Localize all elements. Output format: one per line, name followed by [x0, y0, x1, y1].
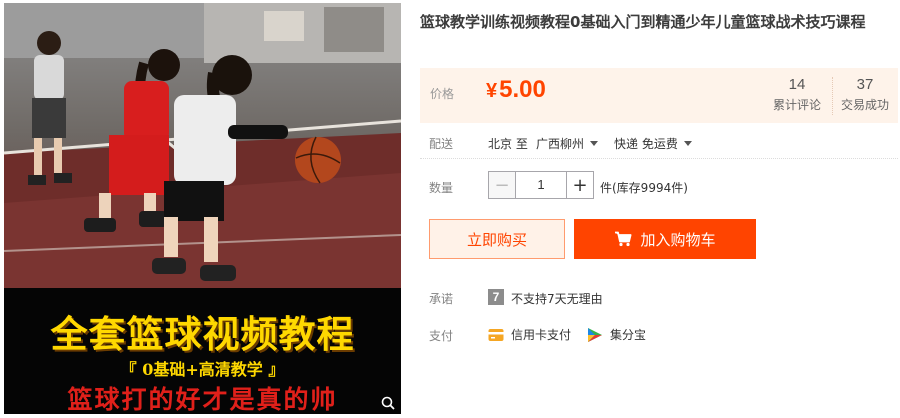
promise-label: 承诺	[429, 292, 454, 306]
deals-stat: 37 交易成功	[832, 75, 898, 115]
price-amount: 5.00	[499, 76, 546, 103]
product-banner: 全套篮球视频教程 『 0基础+高清教学 』 篮球打的好才是真的帅	[4, 288, 401, 414]
price-value: ¥5.00	[486, 76, 546, 104]
credit-card-icon	[488, 328, 504, 341]
zoom-icon[interactable]	[381, 396, 395, 410]
currency-symbol: ¥	[486, 80, 498, 102]
add-to-cart-label: 加入购物车	[640, 230, 716, 249]
ship-from: 北京 至	[488, 137, 528, 151]
deals-count: 37	[856, 76, 874, 93]
deals-label: 交易成功	[840, 98, 889, 112]
payment-method-credit-card: 信用卡支付	[488, 326, 571, 343]
quantity-increase-button[interactable]: +	[566, 171, 594, 199]
promise-text[interactable]: 不支持7天无理由	[511, 290, 603, 307]
product-title: 篮球教学训练视频教程0基础入门到精通少年儿童篮球战术技巧课程	[420, 13, 866, 31]
reviews-count: 14	[788, 76, 806, 93]
quantity-decrease-button[interactable]: −	[488, 171, 516, 199]
ship-destination: 广西柳州	[536, 137, 585, 151]
quantity-input[interactable]: 1	[516, 171, 566, 199]
cart-icon	[615, 231, 632, 247]
stock-text: 件(库存9994件)	[600, 181, 688, 195]
ship-method-select[interactable]: 快递 免运费	[614, 135, 692, 152]
shipping-label: 配送	[429, 137, 454, 151]
divider	[420, 158, 898, 159]
buy-now-button[interactable]: 立即购买	[429, 219, 565, 259]
reviews-stat[interactable]: 14 累计评论	[764, 75, 830, 115]
chevron-down-icon	[683, 141, 692, 146]
add-to-cart-button[interactable]: 加入购物车	[574, 219, 756, 259]
price-panel: 价格 ¥5.00 14 累计评论 37 交易成功	[420, 68, 898, 123]
ship-method: 快递 免运费	[614, 137, 678, 151]
seven-day-icon: 7	[488, 289, 504, 305]
product-image[interactable]: 全套篮球视频教程 『 0基础+高清教学 』 篮球打的好才是真的帅	[4, 3, 401, 414]
ship-destination-select[interactable]: 广西柳州	[536, 135, 599, 152]
payment-method-jifenbao: 集分宝	[587, 326, 646, 343]
reviews-label: 累计评论	[772, 98, 821, 112]
banner-title: 全套篮球视频教程	[50, 312, 355, 356]
quantity-stepper: − 1 +	[488, 171, 594, 199]
quantity-label: 数量	[429, 181, 454, 195]
payment-method-label: 信用卡支付	[511, 328, 572, 342]
banner-subtitle: 『 0基础+高清教学 』	[120, 360, 285, 379]
banner-slogan: 篮球打的好才是真的帅	[67, 385, 338, 414]
chevron-down-icon	[590, 141, 599, 146]
product-photo	[4, 3, 401, 288]
price-label: 价格	[430, 87, 455, 101]
buy-now-label: 立即购买	[466, 230, 527, 249]
payment-label: 支付	[429, 329, 454, 343]
jifenbao-icon	[588, 327, 602, 342]
payment-method-label: 集分宝	[610, 328, 647, 342]
